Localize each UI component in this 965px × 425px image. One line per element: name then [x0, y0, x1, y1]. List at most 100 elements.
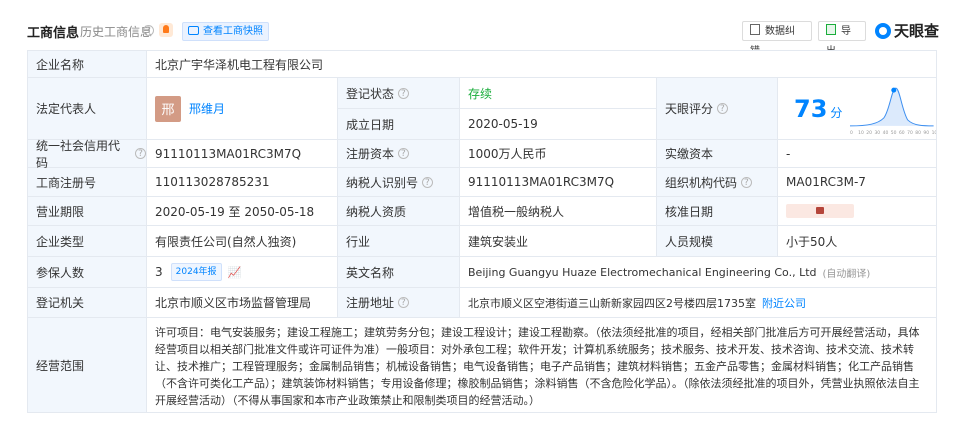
taxpayer-id-label-text: 纳税人识别号 [346, 175, 419, 190]
reg-address-label-text: 注册地址 [346, 296, 395, 310]
reg-capital-label-text: 注册资本 [346, 147, 395, 161]
reg-status-label: 登记状态 ? [338, 78, 460, 109]
history-tab[interactable]: 历史工商信息 [80, 23, 152, 40]
bell-icon[interactable] [159, 23, 173, 37]
est-date: 2020-05-19 [460, 109, 657, 140]
score-chart-tick: 40 [883, 129, 889, 135]
score-value: 73 [794, 94, 828, 123]
credit-code: 91110113MA01RC3M7Q [147, 140, 338, 168]
score-cell[interactable]: 73 分 0 102030405060708090100 [778, 78, 937, 140]
help-icon[interactable]: ? [397, 148, 409, 159]
help-icon[interactable]: ? [397, 87, 409, 99]
camera-icon [188, 26, 199, 35]
section-title: 工商信息 [27, 26, 80, 41]
score-chart-tick: 0 [850, 129, 853, 135]
taxpayer-id-label: 纳税人识别号 ? [338, 168, 460, 197]
score-chart-tick: 50 [891, 129, 897, 135]
brand-name: 天眼查 [894, 22, 940, 40]
company-type-label: 企业类型 [27, 226, 147, 257]
insured-cell: 3 2024年报 📈 [147, 257, 338, 288]
staff-size-label: 人员规模 [657, 226, 778, 257]
legal-rep-link[interactable]: 邢维月 [189, 100, 225, 117]
score-unit: 分 [830, 106, 843, 120]
reg-authority: 北京市顺义区市场监督管理局 [147, 288, 338, 318]
legal-rep-label: 法定代表人 [27, 78, 147, 140]
reg-status-label-text: 登记状态 [346, 86, 395, 101]
org-code: MA01RC3M-7 [778, 168, 937, 197]
approval-date-locked[interactable] [778, 197, 937, 226]
company-name: 北京广宇华泽机电工程有限公司 [147, 50, 937, 78]
reg-address-cell: 北京市顺义区空港街道三山新新家园四区2号楼四层1735室 附近公司 [460, 288, 937, 318]
auto-translate-note: (自动翻译) [822, 268, 871, 280]
help-icon[interactable]: ? [397, 297, 409, 308]
score-chart-tick: 60 [899, 129, 905, 135]
english-name-cell: Beijing Guangyu Huaze Electromechanical … [460, 257, 937, 288]
reg-authority-label: 登记机关 [27, 288, 147, 318]
reg-number-label: 工商注册号 [27, 168, 147, 197]
score-chart-tick: 10 [859, 129, 865, 135]
credit-code-label-text: 统一社会信用代码 [36, 138, 121, 170]
score-chart-tick: 70 [908, 129, 914, 135]
staff-size: 小于50人 [778, 226, 937, 257]
avatar: 邢 [155, 95, 181, 122]
taxpayer-qual-label: 纳税人资质 [338, 197, 460, 226]
legal-rep-cell: 邢 邢维月 [147, 78, 338, 140]
company-name-label: 企业名称 [27, 50, 147, 78]
score-distribution-area [850, 87, 935, 126]
taxpayer-qual: 增值税一般纳税人 [460, 197, 657, 226]
business-term: 2020-05-19 至 2050-05-18 [147, 197, 338, 226]
business-info-page: 工商信息 历史工商信息 ? 查看工商快照 数据纠错 导出 天眼查 企业名称 北京… [0, 0, 965, 425]
business-scope: 许可项目：电气安装服务；建设工程施工；建筑劳务分包；建设工程设计；建设工程勘察。… [147, 318, 937, 413]
reg-address-label: 注册地址 ? [338, 288, 460, 318]
score-distribution-chart: 0 102030405060708090100 [850, 87, 936, 135]
approval-date-label: 核准日期 [657, 197, 778, 226]
org-code-label: 组织机构代码 ? [657, 168, 778, 197]
score-chart-tick: 80 [916, 129, 922, 135]
help-icon[interactable]: ? [135, 148, 146, 159]
lock-icon [786, 204, 854, 218]
paid-capital: - [778, 140, 937, 168]
section-header: 工商信息 历史工商信息 ? 查看工商快照 数据纠错 导出 天眼查 [0, 0, 965, 57]
excel-icon [826, 24, 836, 35]
scope-label: 经营范围 [27, 318, 147, 413]
snapshot-button[interactable]: 查看工商快照 [182, 22, 269, 41]
export-button[interactable]: 导出 [818, 21, 866, 57]
snapshot-label: 查看工商快照 [203, 26, 263, 37]
score-chart-tick: 100 [932, 129, 936, 135]
english-name: Beijing Guangyu Huaze Electromechanical … [468, 265, 817, 279]
term-label: 营业期限 [27, 197, 147, 226]
score-marker [891, 87, 897, 93]
logo-icon [875, 23, 891, 39]
company-type: 有限责任公司(自然人独资) [147, 226, 338, 257]
brand-logo: 天眼查 [875, 21, 939, 41]
help-icon[interactable]: ? [143, 25, 154, 36]
taxpayer-id: 91110113MA01RC3M7Q [460, 168, 657, 197]
reg-number: 110113028785231 [147, 168, 338, 197]
english-name-label: 英文名称 [338, 257, 460, 288]
score-chart-tick: 30 [875, 129, 881, 135]
insured-count: 3 [155, 265, 163, 279]
est-date-label: 成立日期 [338, 109, 460, 140]
reg-status: 存续 [460, 78, 657, 109]
trend-chart-icon[interactable]: 📈 [228, 266, 242, 279]
score-chart-tick: 90 [924, 129, 930, 135]
nearby-companies-link[interactable]: 附近公司 [762, 295, 806, 311]
score-chart-tick: 20 [867, 129, 873, 135]
industry: 建筑安装业 [460, 226, 657, 257]
reg-capital-label: 注册资本 ? [338, 140, 460, 168]
help-icon[interactable]: ? [740, 176, 752, 188]
data-correction-button[interactable]: 数据纠错 [742, 21, 812, 57]
annual-report-badge[interactable]: 2024年报 [170, 263, 222, 281]
industry-label: 行业 [338, 226, 460, 257]
score-label: 天眼评分 ? [657, 78, 778, 140]
reg-address: 北京市顺义区空港街道三山新新家园四区2号楼四层1735室 [468, 296, 756, 310]
help-icon[interactable]: ? [716, 103, 728, 114]
credit-code-label: 统一社会信用代码 ? [27, 138, 147, 170]
score-label-text: 天眼评分 [665, 102, 714, 116]
org-code-label-text: 组织机构代码 [665, 175, 738, 190]
reg-capital: 1000万人民币 [460, 140, 657, 168]
insured-label: 参保人数 [27, 257, 147, 288]
edit-icon [750, 24, 760, 35]
paid-capital-label: 实缴资本 [657, 140, 778, 168]
help-icon[interactable]: ? [421, 176, 433, 188]
